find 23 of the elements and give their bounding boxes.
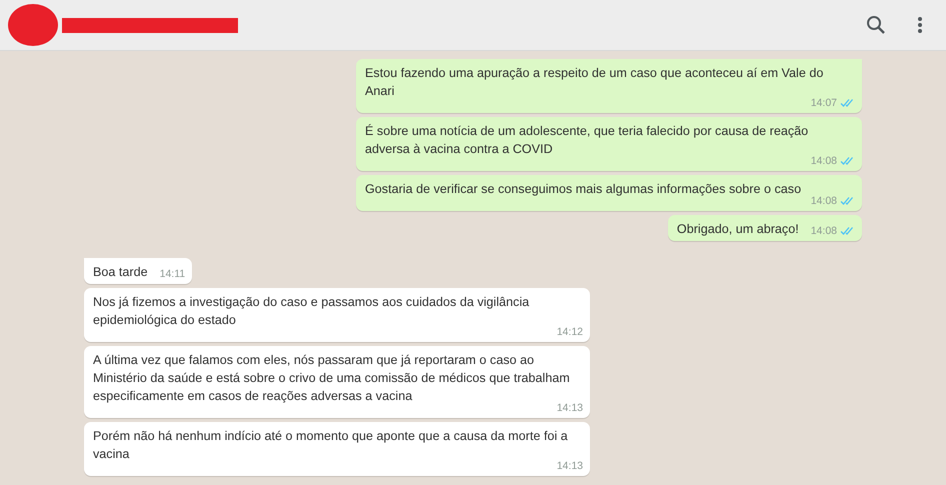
menu-icon: [917, 16, 923, 34]
message-time: 14:08: [810, 225, 837, 237]
message-text: Boa tarde: [93, 264, 148, 281]
message-text: Nos já fizemos a investigação do caso e passamos aos cuidados da vigilância epidemiológica do estado: [93, 294, 530, 329]
message-text: Porém não há nenhum indício até o momento que aponte que a causa da morte foi a vacina: [93, 428, 569, 462]
search-icon: [866, 15, 886, 35]
contact-avatar[interactable]: [8, 4, 58, 46]
message-text: Gostaria de verificar se conseguimos mais algumas informações sobre o caso: [365, 181, 802, 198]
message-time: 14:11: [160, 268, 186, 280]
message-text: A última vez que falamos com eles, nós passaram que já reportaram o caso ao Ministério da saúde e está sobre o crivo de uma comissão de médicos que trabalham especificamente em casos de reações adversas a vacina: [93, 352, 571, 404]
message-text: É sobre uma notícia de um adolescente, que teria falecido por causa de reação adversa à vacina contra a COVID: [365, 123, 810, 158]
message-time: 14:08: [810, 155, 837, 167]
message-time: 14:12: [556, 326, 583, 338]
message-time: 14:07: [810, 97, 837, 109]
message-time: 14:08: [810, 195, 837, 207]
double-check-icon: [840, 196, 855, 206]
double-check-icon: [840, 156, 855, 166]
message-text: Estou fazendo uma apuração a respeito de um caso que aconteceu aí em Vale do Anari: [365, 65, 824, 98]
message-text: Obrigado, um abraço!: [676, 221, 799, 238]
message-time: 14:13: [556, 460, 583, 472]
double-check-icon: [840, 226, 855, 236]
double-check-icon: [840, 98, 855, 108]
message-time: 14:13: [556, 402, 583, 414]
